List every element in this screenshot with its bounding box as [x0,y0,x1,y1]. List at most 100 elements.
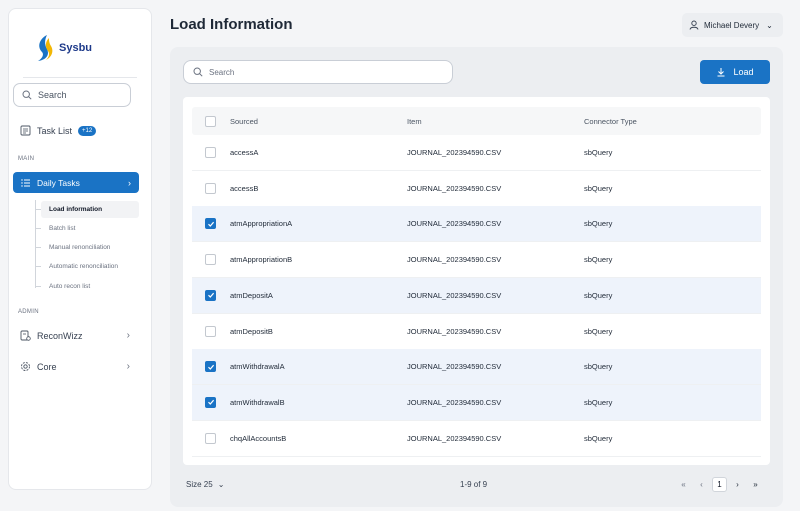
cell-connector-type: sbQuery [584,148,613,157]
row-checkbox[interactable] [205,325,216,337]
user-menu-button[interactable]: Michael Devery ⌄ [682,13,783,37]
daily-tasks-label: Daily Tasks [37,177,80,188]
table-row[interactable]: atmWithdrawalB JOURNAL_202394590.CSV sbQue… [192,384,761,421]
page-size-select[interactable]: Size 25 ⌄ [186,480,224,489]
table-row[interactable]: accessA JOURNAL_202394590.CSV sbQuery [192,135,761,171]
page-size-label: Size 25 [186,480,213,489]
cell-item: JOURNAL_202394590.CSV [407,362,502,372]
row-checkbox[interactable] [205,289,216,301]
subnav-item-manual-reconciliation[interactable]: Manual renonciliation [35,239,139,256]
cell-sourced: atmAppropriationB [230,255,293,265]
cell-sourced: atmDepositA [230,290,273,300]
column-header-sourced[interactable]: Sourced [230,117,258,126]
cell-connector-type: sbQuery [584,397,613,407]
sidebar-item-reconwizz[interactable]: ReconWizz › [20,330,130,341]
table-row[interactable]: chqAllAccountsB JOURNAL_202394590.CSV sbQu… [192,421,761,457]
prev-page-icon[interactable]: ‹ [694,477,709,492]
cell-sourced: accessA [230,148,259,157]
brand-logo[interactable]: Sysbu [33,33,92,63]
cell-connector-type: sbQuery [584,255,613,265]
sidebar-item-daily-tasks[interactable]: Daily Tasks › [13,172,139,193]
cell-connector-type: sbQuery [584,219,613,229]
row-checkbox[interactable] [205,432,216,444]
cell-sourced: atmAppropriationA [230,219,293,229]
checkmark-icon [207,364,214,370]
row-checkbox[interactable] [205,254,216,266]
subnav-item-auto-recon-list[interactable]: Auto recon list [35,278,139,295]
row-checkbox[interactable] [205,182,216,194]
search-icon [193,67,203,77]
table-row[interactable]: atmAppropriationB JOURNAL_202394590.CSV sb… [192,242,761,279]
sidebar-item-core[interactable]: Core › [20,361,130,372]
column-header-item[interactable]: Item [407,117,422,126]
table-row[interactable]: atmDepositA JOURNAL_202394590.CSV sbQuery [192,277,761,314]
current-page[interactable]: 1 [712,477,727,492]
cell-sourced: accessB [230,183,259,193]
cell-item: JOURNAL_202394590.CSV [407,397,502,407]
cell-item: JOURNAL_202394590.CSV [407,433,502,443]
checkmark-icon [207,221,214,227]
table-row[interactable]: accessB JOURNAL_202394590.CSV sbQuery [192,171,761,207]
cell-sourced: atmWithdrawalB [230,397,285,407]
checkmark-icon [207,400,214,406]
cell-connector-type: sbQuery [584,433,613,443]
page-title: Load Information [170,16,293,33]
subnav-item-load-information[interactable]: Load information [35,201,139,218]
first-page-icon[interactable]: « [676,477,691,492]
checkmark-icon [207,293,214,299]
search-input[interactable]: Search [183,60,453,84]
cell-item: JOURNAL_202394590.CSV [407,255,502,265]
section-label-main: MAIN [18,156,35,162]
row-checkbox[interactable] [205,218,216,230]
cell-sourced: atmWithdrawalA [230,362,285,372]
document-icon [20,125,31,136]
sysbu-logo-icon [38,35,53,61]
subnav-item-batch-list[interactable]: Batch list [35,220,139,237]
download-icon [717,68,725,77]
column-header-connector-type[interactable]: Connector Type [584,117,637,126]
sidebar-search-input[interactable]: Search [13,83,131,107]
table-row[interactable]: atmAppropriationA JOURNAL_202394590.CSV sb… [192,206,761,243]
cell-item: JOURNAL_202394590.CSV [407,290,502,300]
cell-sourced: atmDepositB [230,326,273,336]
row-checkbox[interactable] [205,396,216,408]
divider [23,77,137,78]
pagination: « ‹ 1 › » [676,477,763,492]
subnav-label: Batch list [49,225,76,232]
select-all-checkbox[interactable] [205,115,216,127]
subnav-label: Auto recon list [49,283,91,290]
cell-connector-type: sbQuery [584,290,613,300]
chevron-right-icon: › [126,361,130,372]
sidebar-item-task-list[interactable]: Task List +12 [20,125,97,136]
subnav-label: Manual renonciliation [49,244,111,251]
task-count-badge: +12 [78,125,97,136]
chevron-right-icon: › [128,177,131,188]
table-row[interactable]: atmWithdrawalA JOURNAL_202394590.CSV sbQue… [192,349,761,386]
task-list-label: Task List [37,125,73,136]
cell-sourced: chqAllAccountsB [230,433,287,443]
reconwizz-label: ReconWizz [37,330,83,341]
next-page-icon[interactable]: › [730,477,745,492]
subnav-item-automatic-reconciliation[interactable]: Automatic renonciliation [35,258,139,275]
chevron-down-icon: ⌄ [766,20,773,30]
chevron-down-icon: ⌄ [217,480,225,489]
load-button[interactable]: Load [700,60,770,84]
row-checkbox[interactable] [205,361,216,373]
user-icon [689,20,699,30]
cell-item: JOURNAL_202394590.CSV [407,219,502,229]
table-row[interactable]: atmDepositB JOURNAL_202394590.CSV sbQuery [192,314,761,350]
row-checkbox[interactable] [205,147,216,158]
list-icon [21,178,30,187]
cell-connector-type: sbQuery [584,326,613,336]
pagination-count: 1-9 of 9 [460,480,488,489]
gear-icon [21,362,30,371]
last-page-icon[interactable]: » [748,477,763,492]
cell-connector-type: sbQuery [584,362,613,372]
chevron-right-icon: › [126,330,130,341]
cell-item: JOURNAL_202394590.CSV [407,326,502,336]
sidebar-search-label: Search [38,90,67,100]
table-header: Sourced Item Connector Type [192,107,761,135]
subnav-label: Load information [49,206,103,213]
load-label: Load [733,67,754,77]
cell-item: JOURNAL_202394590.CSV [407,183,502,193]
